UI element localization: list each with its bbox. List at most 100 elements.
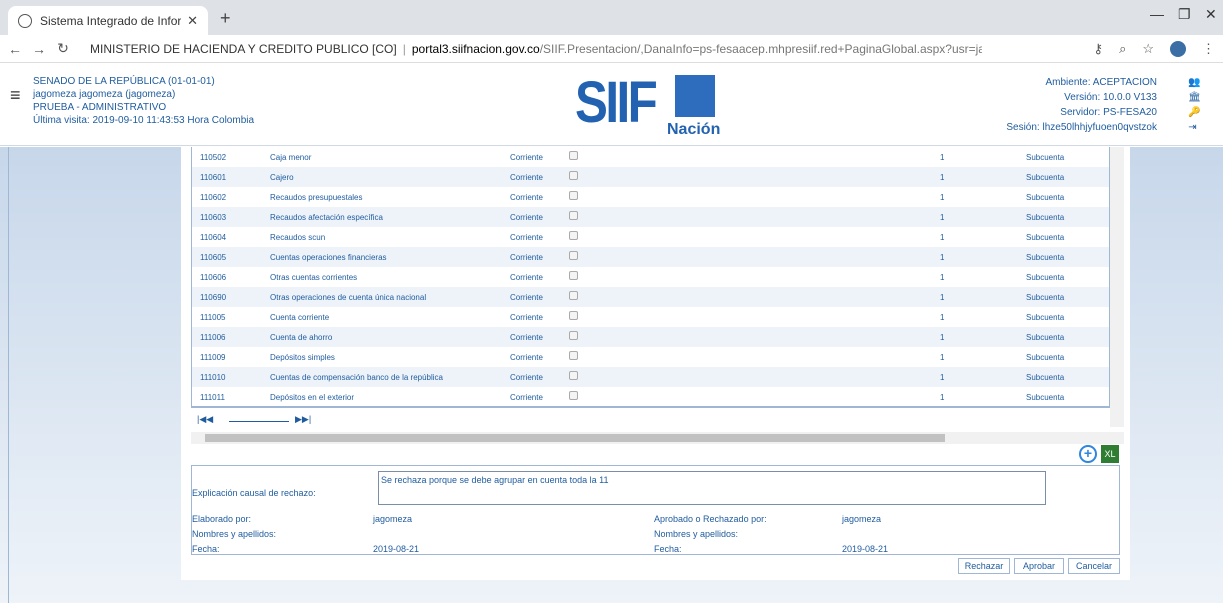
- key-icon[interactable]: 🔑: [1188, 107, 1201, 118]
- table-row[interactable]: 110602 Recaudos presupuestales Corriente 1 S…: [192, 187, 1109, 207]
- star-icon[interactable]: ☆: [1142, 41, 1154, 57]
- users-icon[interactable]: 👥: [1188, 77, 1201, 88]
- pager-slider[interactable]: [229, 413, 289, 422]
- forward-icon[interactable]: →: [30, 41, 48, 57]
- row-checkbox[interactable]: [569, 231, 578, 240]
- account-kind: Subcuenta: [1026, 293, 1065, 302]
- close-window-icon[interactable]: ✕: [1205, 6, 1217, 23]
- row-checkbox[interactable]: [569, 211, 578, 220]
- row-checkbox[interactable]: [569, 351, 578, 360]
- reject-button[interactable]: Rechazar: [958, 558, 1010, 574]
- approve-button[interactable]: Aprobar: [1014, 558, 1064, 574]
- account-type: Corriente: [510, 193, 543, 202]
- back-icon[interactable]: ←: [6, 41, 24, 57]
- row-checkbox[interactable]: [569, 311, 578, 320]
- row-checkbox[interactable]: [569, 391, 578, 400]
- environment-info: Ambiente: ACEPTACION Versión: 10.0.0 V13…: [1006, 75, 1157, 135]
- key-icon[interactable]: ⚷: [1094, 41, 1104, 57]
- account-code: 110601: [200, 173, 227, 182]
- table-row[interactable]: 111006 Cuenta de ahorro Corriente 1 Subcuent…: [192, 327, 1109, 347]
- table-row[interactable]: 110690 Otras operaciones de cuenta única …: [192, 287, 1109, 307]
- row-checkbox[interactable]: [569, 291, 578, 300]
- account-level: 1: [940, 353, 945, 362]
- close-tab-icon[interactable]: ✕: [187, 13, 198, 29]
- account-code: 111006: [200, 333, 226, 342]
- logout-icon[interactable]: ⇥: [1188, 122, 1201, 133]
- account-code: 111009: [200, 353, 226, 362]
- user-name: jagomeza jagomeza (jagomeza): [33, 89, 176, 100]
- table-row[interactable]: 111009 Depósitos simples Corriente 1 Subcuen…: [192, 347, 1109, 367]
- account-type: Corriente: [510, 213, 543, 222]
- table-row[interactable]: 110502 Caja menor Corriente 1 Subcuenta: [192, 147, 1109, 167]
- table-row[interactable]: 110601 Cajero Corriente 1 Subcuenta: [192, 167, 1109, 187]
- reason-input[interactable]: Se rechaza porque se debe agrupar en cue…: [378, 471, 1046, 505]
- account-name: Depósitos en el exterior: [270, 393, 355, 402]
- elaborado-label: Elaborado por:: [192, 514, 252, 524]
- account-kind: Subcuenta: [1026, 373, 1065, 382]
- entity-name: SENADO DE LA REPÚBLICA (01-01-01): [33, 76, 215, 87]
- account-type: Corriente: [510, 233, 543, 242]
- row-checkbox[interactable]: [569, 371, 578, 380]
- table-row[interactable]: 111011 Depósitos en el exterior Corriente 1…: [192, 387, 1109, 406]
- account-code: 110604: [200, 233, 227, 242]
- new-tab-button[interactable]: +: [220, 8, 231, 29]
- row-checkbox[interactable]: [569, 251, 578, 260]
- browser-tab[interactable]: Sistema Integrado de Informació ✕: [8, 6, 208, 35]
- account-type: Corriente: [510, 353, 543, 362]
- hamburger-menu-icon[interactable]: ≡: [10, 85, 21, 106]
- nombres-label: Nombres y apellidos:: [192, 529, 277, 539]
- account-code: 110502: [200, 153, 227, 162]
- url-field[interactable]: MINISTERIO DE HACIENDA Y CREDITO PUBLICO…: [82, 42, 982, 56]
- account-code: 110605: [200, 253, 227, 262]
- accounts-table: 110502 Caja menor Corriente 1 Subcuenta 11060…: [191, 147, 1110, 407]
- excel-export-icon[interactable]: XL: [1101, 445, 1119, 463]
- profile-name: PRUEBA - ADMINISTRATIVO: [33, 102, 167, 113]
- menu-icon[interactable]: ⋮: [1202, 41, 1215, 57]
- table-row[interactable]: 111005 Cuenta corriente Corriente 1 Subcuent…: [192, 307, 1109, 327]
- account-level: 1: [940, 213, 945, 222]
- horizontal-scrollbar[interactable]: [191, 432, 1124, 444]
- table-row[interactable]: 111010 Cuentas de compensación banco de l…: [192, 367, 1109, 387]
- pager-first-button[interactable]: |◀◀: [197, 414, 213, 425]
- url-path: /SIIF.Presentacion/,DanaInfo=ps-fesaacep…: [539, 41, 982, 56]
- profile-avatar[interactable]: [1170, 41, 1186, 57]
- servidor: Servidor: PS-FESA20: [1060, 107, 1157, 118]
- table-row[interactable]: 110603 Recaudos afectación específica Corr…: [192, 207, 1109, 227]
- account-type: Corriente: [510, 393, 543, 402]
- scroll-thumb[interactable]: [205, 434, 945, 442]
- account-level: 1: [940, 173, 945, 182]
- table-row[interactable]: 110604 Recaudos scun Corriente 1 Subcuenta: [192, 227, 1109, 247]
- reload-icon[interactable]: ↻: [54, 40, 72, 57]
- account-level: 1: [940, 293, 945, 302]
- account-type: Corriente: [510, 273, 543, 282]
- add-icon[interactable]: +: [1079, 445, 1097, 463]
- minimize-icon[interactable]: —: [1150, 6, 1164, 22]
- table-row[interactable]: 110606 Otras cuentas corrientes Corriente 1…: [192, 267, 1109, 287]
- account-code: 111011: [200, 393, 225, 402]
- row-checkbox[interactable]: [569, 271, 578, 280]
- zoom-icon[interactable]: ⌕: [1119, 41, 1126, 57]
- user-info: SENADO DE LA REPÚBLICA (01-01-01) jagome…: [33, 75, 254, 127]
- aprobado-label: Aprobado o Rechazado por:: [654, 514, 767, 524]
- approval-form: Explicación causal de rechazo: Se rechaz…: [191, 465, 1120, 555]
- table-row[interactable]: 110605 Cuentas operaciones financieras Cor…: [192, 247, 1109, 267]
- pager-last-button[interactable]: ▶▶|: [295, 414, 311, 425]
- row-checkbox[interactable]: [569, 191, 578, 200]
- cancel-button[interactable]: Cancelar: [1068, 558, 1120, 574]
- vertical-scrollbar[interactable]: [1110, 147, 1124, 427]
- maximize-icon[interactable]: ❐: [1178, 6, 1191, 23]
- row-checkbox[interactable]: [569, 151, 578, 160]
- account-name: Cuenta de ahorro: [270, 333, 333, 342]
- row-checkbox[interactable]: [569, 171, 578, 180]
- account-code: 111010: [200, 373, 226, 382]
- account-type: Corriente: [510, 313, 543, 322]
- bank-icon[interactable]: 🏛: [1188, 92, 1201, 103]
- account-type: Corriente: [510, 253, 543, 262]
- account-kind: Subcuenta: [1026, 273, 1065, 282]
- account-level: 1: [940, 393, 945, 402]
- site-label: MINISTERIO DE HACIENDA Y CREDITO PUBLICO…: [90, 41, 397, 56]
- url-host: portal3.siifnacion.gov.co: [411, 41, 540, 56]
- row-checkbox[interactable]: [569, 331, 578, 340]
- account-kind: Subcuenta: [1026, 153, 1065, 162]
- aprobado-value: jagomeza: [842, 514, 882, 524]
